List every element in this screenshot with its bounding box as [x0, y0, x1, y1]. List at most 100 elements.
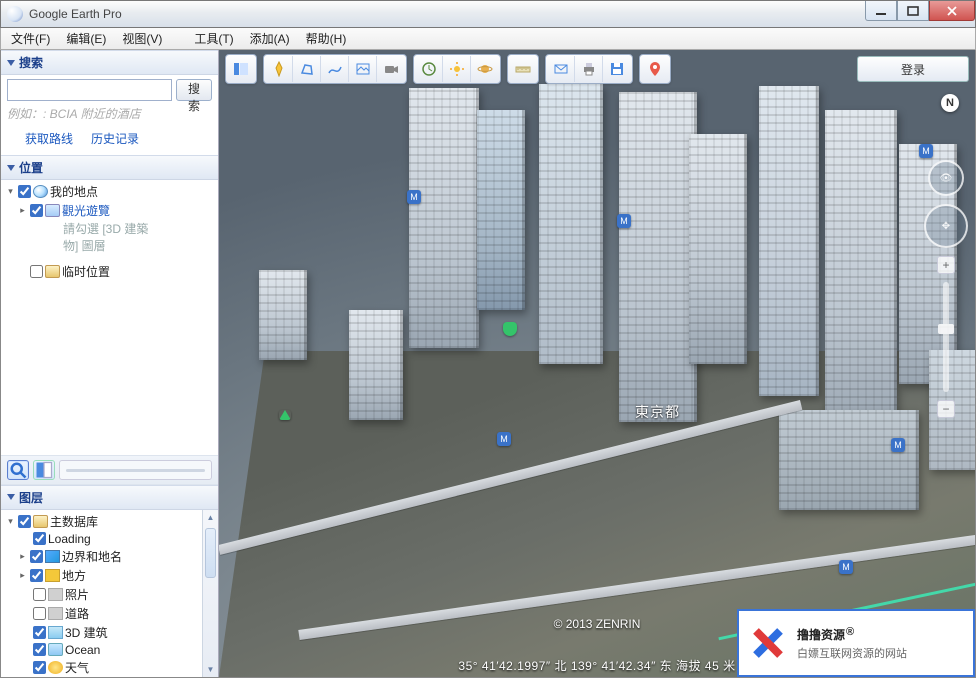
- transit-marker-icon[interactable]: M: [919, 144, 933, 158]
- tree-node-borders[interactable]: ▸ 边界和地名: [5, 547, 214, 566]
- close-button[interactable]: [929, 1, 975, 21]
- transit-marker-icon[interactable]: M: [839, 560, 853, 574]
- move-joystick[interactable]: ✥: [924, 204, 968, 248]
- node-label: 觀光遊覽: [62, 202, 110, 219]
- tree-node-weather[interactable]: 天气: [5, 658, 214, 677]
- scroll-down-icon[interactable]: ▼: [203, 661, 218, 677]
- layers-panel-header[interactable]: 图层: [1, 485, 218, 510]
- zoom-in-button[interactable]: +: [937, 256, 955, 274]
- look-joystick[interactable]: 👁: [928, 160, 964, 196]
- watermark-title: 撸撸资源 ®: [797, 626, 907, 643]
- tree-node-roads[interactable]: 道路: [5, 604, 214, 623]
- opacity-slider[interactable]: [59, 460, 212, 480]
- tree-node-ocean[interactable]: Ocean: [5, 642, 214, 658]
- tree-node-gallery[interactable]: Gallery: [5, 677, 214, 678]
- city-label[interactable]: 東京都: [635, 402, 680, 422]
- save-image-button[interactable]: [603, 56, 631, 82]
- menu-tools[interactable]: 工具(T): [188, 28, 239, 49]
- checkbox[interactable]: [30, 550, 43, 563]
- menu-view[interactable]: 视图(V): [116, 28, 168, 49]
- square-icon: [45, 569, 60, 582]
- menu-edit[interactable]: 编辑(E): [60, 28, 112, 49]
- hide-sidebar-button[interactable]: [227, 56, 255, 82]
- places-panel-header[interactable]: 位置: [1, 155, 218, 180]
- login-button[interactable]: 登录: [857, 56, 969, 82]
- record-tour-button[interactable]: [377, 56, 405, 82]
- tree-node-primary-db[interactable]: ▾ 主数据库: [5, 512, 214, 531]
- scroll-up-icon[interactable]: ▲: [203, 510, 218, 526]
- maximize-button[interactable]: [897, 1, 929, 21]
- tree-node-temporary[interactable]: 临时位置: [5, 262, 214, 281]
- print-button[interactable]: [575, 56, 603, 82]
- tree-node-photos[interactable]: 照片: [5, 585, 214, 604]
- expand-icon[interactable]: ▸: [17, 570, 28, 581]
- zoom-slider[interactable]: [943, 282, 949, 392]
- expand-icon[interactable]: ▸: [17, 551, 28, 562]
- node-label: 地方: [62, 567, 86, 584]
- scroll-thumb[interactable]: [205, 528, 216, 578]
- menu-file[interactable]: 文件(F): [5, 28, 56, 49]
- sun-icon: [48, 661, 63, 674]
- watermark-overlay: 撸撸资源 ® 白嫖互联网资源的网站: [737, 609, 975, 677]
- compass-icon[interactable]: N: [941, 94, 959, 112]
- checkbox[interactable]: [33, 532, 46, 545]
- history-button[interactable]: [415, 56, 443, 82]
- menu-help[interactable]: 帮助(H): [300, 28, 353, 49]
- polygon-button[interactable]: [293, 56, 321, 82]
- checkbox[interactable]: [30, 204, 43, 217]
- tree-node-places[interactable]: ▸ 地方: [5, 566, 214, 585]
- watermark-logo-icon: [747, 622, 789, 664]
- ruler-button[interactable]: [509, 56, 537, 82]
- layers-tree-wrap: ▾ 主数据库 Loading ▸ 边界和地名 ▸ 地方: [1, 510, 218, 678]
- tree-node-buildings[interactable]: 3D 建筑: [5, 623, 214, 642]
- placemark-button[interactable]: [265, 56, 293, 82]
- navigation-controls: 👁 ✥ + −: [927, 160, 965, 418]
- email-button[interactable]: [547, 56, 575, 82]
- view-in-maps-button[interactable]: [641, 56, 669, 82]
- menu-add[interactable]: 添加(A): [244, 28, 296, 49]
- transit-marker-icon[interactable]: M: [497, 432, 511, 446]
- checkbox[interactable]: [30, 569, 43, 582]
- globe-viewport[interactable]: M M M M M M: [219, 50, 975, 677]
- search-panel-header[interactable]: 搜索: [1, 50, 218, 75]
- tree-node-loading[interactable]: Loading: [5, 531, 214, 547]
- marker-icon[interactable]: [279, 410, 291, 420]
- expand-icon[interactable]: ▾: [5, 516, 16, 527]
- node-label: 临时位置: [62, 263, 110, 280]
- checkbox[interactable]: [33, 626, 46, 639]
- expand-icon[interactable]: ▸: [17, 205, 28, 216]
- checkbox[interactable]: [33, 588, 46, 601]
- transit-marker-icon[interactable]: M: [891, 438, 905, 452]
- collapse-icon: [7, 165, 15, 171]
- folder-icon: [33, 515, 48, 528]
- sunlight-button[interactable]: [443, 56, 471, 82]
- expand-icon[interactable]: ▾: [5, 186, 16, 197]
- get-directions-link[interactable]: 获取路线: [25, 130, 73, 147]
- layers-scrollbar[interactable]: ▲ ▼: [202, 510, 218, 678]
- minimize-button[interactable]: [865, 1, 897, 21]
- history-link[interactable]: 历史记录: [91, 130, 139, 147]
- checkbox[interactable]: [18, 515, 31, 528]
- image-overlay-button[interactable]: [349, 56, 377, 82]
- tree-node-sightseeing[interactable]: ▸ 觀光遊覽: [5, 201, 214, 220]
- checkbox[interactable]: [33, 643, 46, 656]
- checkbox[interactable]: [33, 607, 46, 620]
- search-places-button[interactable]: [7, 460, 29, 480]
- planet-button[interactable]: [471, 56, 499, 82]
- menu-bar: 文件(F) 编辑(E) 视图(V) 工具(T) 添加(A) 帮助(H): [0, 28, 976, 50]
- tree-node-my-places[interactable]: ▾ 我的地点: [5, 182, 214, 201]
- checkbox[interactable]: [30, 265, 43, 278]
- transit-marker-icon[interactable]: M: [617, 214, 631, 228]
- checkbox[interactable]: [33, 661, 46, 674]
- transit-marker-icon[interactable]: M: [407, 190, 421, 204]
- zoom-out-button[interactable]: −: [937, 400, 955, 418]
- marker-icon[interactable]: [503, 322, 517, 336]
- status-longitude: 139° 41′42.34″ 东: [571, 659, 672, 673]
- search-input[interactable]: [7, 79, 172, 101]
- sidebar: 搜索 搜索 例如：: BCIA 附近的酒店 获取路线 历史记录 位置 ▾ 我的地…: [1, 50, 219, 677]
- path-button[interactable]: [321, 56, 349, 82]
- search-button[interactable]: 搜索: [176, 79, 212, 101]
- opacity-toggle-button[interactable]: [33, 460, 55, 480]
- checkbox[interactable]: [18, 185, 31, 198]
- collapse-icon: [7, 60, 15, 66]
